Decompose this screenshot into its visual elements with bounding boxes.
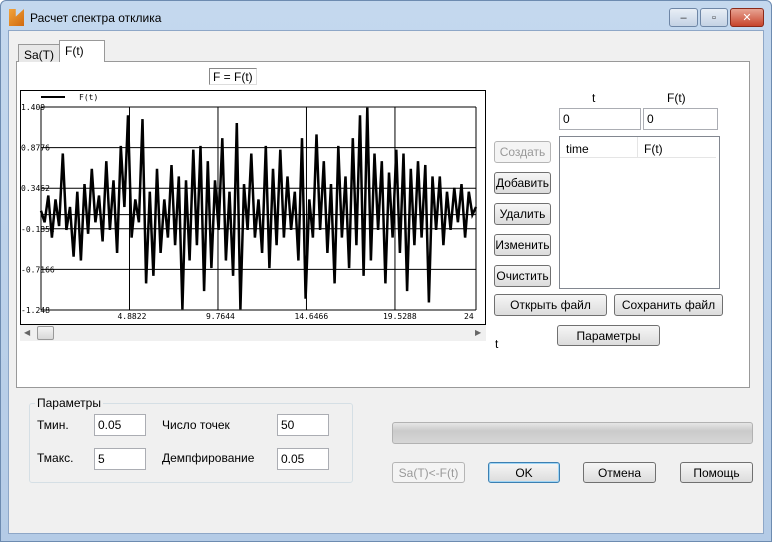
tmax-label: Тмакс. [37,451,74,465]
help-button[interactable]: Помощь [680,462,753,483]
create-button[interactable]: Создать [494,141,551,163]
ft-input[interactable] [643,108,718,130]
params-button[interactable]: Параметры [557,325,660,346]
x-tick-label: 19.5288 [383,312,417,321]
ft-label: F(t) [667,91,686,105]
column-time[interactable]: time [560,137,638,157]
chart-box: 1.409 0.8776 0.3462 -0.1852 -0.7166 -1.248 4.8… [20,90,486,325]
axis-t-label: t [495,337,499,351]
formula-label: F = F(t) [209,68,257,85]
y-tick-label: -0.7166 [21,265,55,274]
delete-button[interactable]: Удалить [494,203,551,225]
points-input[interactable] [277,414,329,436]
edit-button[interactable]: Изменить [494,234,551,256]
clear-button[interactable]: Очистить [494,265,551,287]
tab-sa[interactable]: Sa(T) [18,44,60,62]
scroll-thumb[interactable] [37,326,54,340]
damping-label: Демпфирование [162,451,255,465]
tab-ft[interactable]: F(t) [59,40,105,62]
tmin-label: Тмин. [37,418,69,432]
points-label: Число точек [162,418,230,432]
table-header: time F(t) [560,137,716,158]
progress-bar [392,422,753,444]
params-group-title: Параметры [35,396,103,410]
tmax-input[interactable] [94,448,146,470]
y-tick-label: 1.409 [21,103,45,112]
cancel-button[interactable]: Отмена [583,462,656,483]
minimize-button[interactable]: ‒ [669,8,698,27]
x-tick-label: 24 [464,312,474,321]
close-button[interactable]: ✕ [730,8,764,27]
scroll-left-icon[interactable]: ◀ [24,328,30,337]
damping-input[interactable] [277,448,329,470]
convert-button[interactable]: Sa(T)<-F(t) [392,462,465,483]
chart-scrollbar[interactable]: ◀ ▶ [20,325,486,341]
open-file-button[interactable]: Открыть файл [494,294,607,316]
series-line-ft [39,107,478,310]
points-table[interactable]: time F(t) [559,136,720,289]
save-file-button[interactable]: Сохранить файл [614,294,723,316]
t-label: t [592,91,596,105]
add-button[interactable]: Добавить [494,172,551,194]
chart-svg: 1.4090.87760.3462-0.1852-0.7166-1.2484.8… [21,93,478,321]
legend-label: F(t) [79,93,98,102]
x-tick-label: 14.6466 [294,312,328,321]
x-tick-label: 9.7644 [206,312,235,321]
column-ft[interactable]: F(t) [638,137,716,157]
window-title: Расчет спектра отклика [30,11,162,25]
x-tick-label: 4.8822 [117,312,146,321]
ok-button[interactable]: OK [488,462,560,483]
y-tick-label: 0.8776 [21,144,50,153]
y-tick-label: 0.3462 [21,184,50,193]
scroll-right-icon[interactable]: ▶ [475,328,481,337]
tmin-input[interactable] [94,414,146,436]
t-input[interactable] [559,108,641,130]
maximize-button[interactable]: ▫ [700,8,728,27]
